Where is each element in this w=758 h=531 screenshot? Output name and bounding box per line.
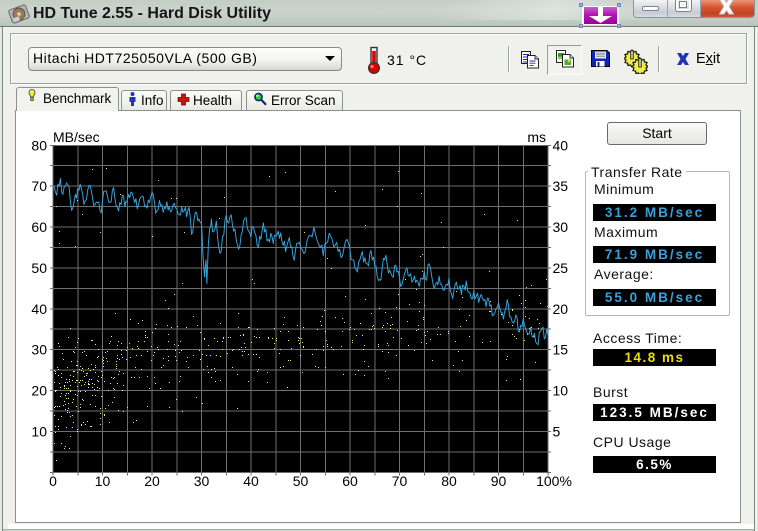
svg-text:50: 50	[293, 473, 309, 489]
svg-text:30: 30	[31, 342, 47, 358]
svg-text:MB/sec: MB/sec	[53, 129, 100, 145]
svg-text:60: 60	[31, 219, 47, 235]
svg-text:70: 70	[31, 178, 47, 194]
svg-text:10: 10	[553, 383, 569, 399]
svg-text:15: 15	[553, 342, 569, 358]
svg-text:50: 50	[31, 260, 47, 276]
svg-text:40: 40	[31, 301, 47, 317]
svg-text:60: 60	[342, 473, 358, 489]
svg-text:25: 25	[553, 260, 569, 276]
svg-text:ms: ms	[527, 129, 546, 145]
svg-text:100%: 100%	[536, 473, 572, 489]
svg-text:10: 10	[31, 423, 47, 439]
svg-text:20: 20	[553, 301, 569, 317]
svg-text:10: 10	[95, 473, 111, 489]
svg-text:5: 5	[553, 423, 561, 439]
svg-text:80: 80	[441, 473, 457, 489]
svg-text:40: 40	[243, 473, 259, 489]
svg-text:35: 35	[553, 178, 569, 194]
svg-text:30: 30	[553, 219, 569, 235]
svg-text:90: 90	[491, 473, 507, 489]
svg-text:30: 30	[194, 473, 210, 489]
svg-text:80: 80	[31, 137, 47, 153]
svg-text:0: 0	[49, 473, 57, 489]
svg-text:40: 40	[553, 137, 569, 153]
svg-text:20: 20	[31, 383, 47, 399]
svg-text:20: 20	[144, 473, 160, 489]
svg-text:70: 70	[392, 473, 408, 489]
